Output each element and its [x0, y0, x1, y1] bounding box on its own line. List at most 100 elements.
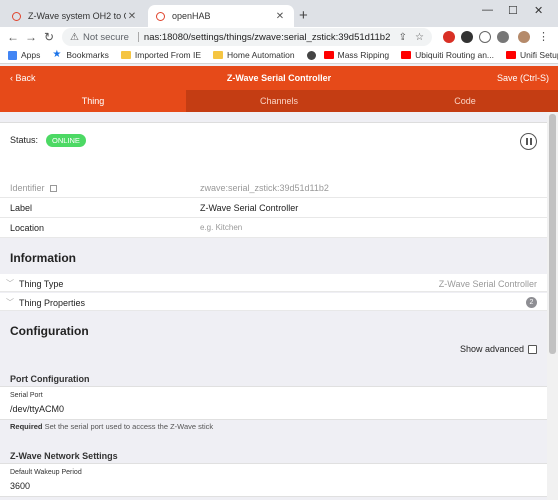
- pause-button[interactable]: [520, 133, 537, 150]
- scrollbar[interactable]: [547, 112, 558, 500]
- bookmark-link[interactable]: Ubiquiti Routing an...: [401, 50, 494, 60]
- label-row: Label Z-Wave Serial Controller: [0, 198, 547, 218]
- extension-icon[interactable]: [479, 31, 491, 43]
- bookmarks-bar: Apps ★ Bookmarks Imported From IE Home Au…: [0, 47, 558, 64]
- information-heading: Information: [10, 251, 76, 265]
- tab-channels[interactable]: Channels: [186, 90, 372, 112]
- save-button[interactable]: Save (Ctrl-S): [497, 73, 549, 83]
- bookmark-link[interactable]: Unifi Setup: [506, 50, 558, 60]
- bookmark-label: Mass Ripping: [337, 50, 390, 60]
- browser-tab-title: openHAB: [172, 11, 211, 21]
- show-advanced-checkbox[interactable]: [528, 344, 537, 354]
- thing-type-value: Z-Wave Serial Controller: [438, 279, 537, 289]
- youtube-icon: [506, 51, 517, 59]
- bookmark-label: Bookmarks: [66, 50, 109, 60]
- adblock-extension-icon[interactable]: [443, 31, 455, 43]
- address-bar[interactable]: ⚠ Not secure nas:18080/settings/things/z…: [62, 28, 432, 46]
- network-settings-heading: Z-Wave Network Settings: [10, 451, 118, 461]
- globe-icon: [306, 50, 316, 60]
- bookmark-label: Imported From IE: [134, 50, 202, 60]
- url-text: nas:18080/settings/things/zwave:serial_z…: [143, 31, 391, 43]
- count-badge: 2: [526, 297, 537, 308]
- required-label: Required: [10, 422, 43, 431]
- minimize-icon[interactable]: —: [482, 4, 493, 16]
- label-input[interactable]: Z-Wave Serial Controller: [200, 203, 298, 213]
- browser-tabstrip: Z-Wave system OH2 to OH3 - Se ✕ openHAB …: [0, 0, 558, 27]
- star-icon[interactable]: ☆: [415, 32, 424, 43]
- browser-toolbar: ← → ↻ ⚠ Not secure nas:18080/settings/th…: [0, 27, 558, 47]
- serial-port-value[interactable]: /dev/ttyACM0: [10, 404, 64, 414]
- menu-dots-icon[interactable]: ⋮: [538, 31, 550, 43]
- apps-grid-icon: [8, 50, 17, 60]
- pause-bar: [529, 138, 532, 145]
- thing-type-label: Thing Type: [19, 279, 64, 289]
- port-configuration-heading: Port Configuration: [10, 374, 90, 384]
- maximize-icon[interactable]: ☐: [508, 4, 518, 17]
- new-tab-icon[interactable]: +: [299, 7, 308, 24]
- tab-thing[interactable]: Thing: [0, 90, 186, 112]
- openhab-favicon-icon: [156, 11, 165, 21]
- close-tab-icon[interactable]: ✕: [274, 11, 286, 22]
- browser-tab-active[interactable]: openHAB ✕: [148, 5, 294, 27]
- label-label: Label: [10, 203, 33, 213]
- thing-fields: Identifier zwave:serial_zstick:39d51d11b…: [0, 178, 547, 238]
- youtube-icon: [401, 51, 412, 59]
- folder-icon: [213, 51, 224, 59]
- serial-port-label: Serial Port: [10, 392, 43, 399]
- page-content: Status: ONLINE Identifier zwave:serial_z…: [0, 112, 547, 500]
- chevron-down-icon: ﹀: [6, 279, 14, 288]
- openhab-favicon-icon: [12, 11, 21, 21]
- serial-port-hint: Required Set the serial port used to acc…: [10, 422, 213, 431]
- close-window-icon[interactable]: ✕: [534, 4, 543, 17]
- bookmark-label: Ubiquiti Routing an...: [415, 50, 495, 60]
- star-icon: ★: [52, 49, 62, 60]
- thing-properties-label: Thing Properties: [19, 298, 86, 308]
- copy-icon[interactable]: [49, 185, 57, 192]
- folder-icon: [120, 51, 131, 59]
- security-label: Not secure: [82, 31, 129, 43]
- reload-icon[interactable]: ↻: [40, 30, 58, 44]
- app-header: ‹ Back Z-Wave Serial Controller Save (Ct…: [0, 66, 558, 90]
- identifier-label-text: Identifier: [10, 183, 45, 193]
- identifier-row: Identifier zwave:serial_zstick:39d51d11b…: [0, 178, 547, 198]
- identifier-value: zwave:serial_zstick:39d51d11b2: [200, 183, 329, 193]
- tab-code[interactable]: Code: [372, 90, 558, 112]
- status-badge: ONLINE: [46, 134, 86, 147]
- status-card: Status: ONLINE: [0, 122, 547, 180]
- browser-tab[interactable]: Z-Wave system OH2 to OH3 - Se ✕: [4, 5, 146, 27]
- serial-port-field[interactable]: Serial Port /dev/ttyACM0: [0, 386, 547, 420]
- back-arrow-icon[interactable]: ←: [4, 30, 22, 44]
- share-icon[interactable]: ⇪: [399, 32, 407, 43]
- puzzle-extensions-icon[interactable]: [497, 31, 509, 43]
- browser-tab-title: Z-Wave system OH2 to OH3 - Se: [28, 11, 126, 21]
- forward-arrow-icon[interactable]: →: [22, 30, 40, 44]
- location-row: Location e.g. Kitchen: [0, 218, 547, 238]
- configuration-heading: Configuration: [10, 324, 89, 338]
- divider: [137, 32, 139, 42]
- page-title: Z-Wave Serial Controller: [226, 73, 332, 83]
- show-advanced-label: Show advanced: [459, 344, 524, 354]
- warning-icon: ⚠: [70, 31, 79, 43]
- scrollbar-thumb[interactable]: [549, 114, 556, 354]
- show-advanced-toggle[interactable]: Show advanced: [460, 344, 537, 354]
- bookmark-folder[interactable]: Imported From IE: [120, 50, 202, 60]
- bookmark-link[interactable]: Mass Ripping: [306, 50, 390, 60]
- thing-type-accordion[interactable]: ﹀ Thing Type Z-Wave Serial Controller: [0, 274, 547, 292]
- bookmark-folder[interactable]: Home Automation: [213, 50, 295, 60]
- avatar[interactable]: [518, 31, 530, 43]
- bookmark-bookmarks[interactable]: ★ Bookmarks: [52, 49, 109, 61]
- wakeup-period-value[interactable]: 3600: [10, 481, 30, 491]
- location-input[interactable]: e.g. Kitchen: [200, 223, 242, 232]
- bookmark-label: Unifi Setup: [520, 50, 558, 60]
- close-tab-icon[interactable]: ✕: [126, 11, 138, 22]
- thing-properties-accordion[interactable]: ﹀ Thing Properties 2: [0, 293, 547, 311]
- bookmark-apps[interactable]: Apps: [8, 50, 40, 60]
- wakeup-period-field[interactable]: Default Wakeup Period 3600: [0, 463, 547, 497]
- page-tabs: Thing Channels Code: [0, 90, 558, 112]
- github-extension-icon[interactable]: [461, 31, 473, 43]
- bookmark-label: Apps: [21, 50, 41, 60]
- pause-bar: [525, 138, 528, 145]
- status-label: Status:: [10, 135, 39, 145]
- location-label: Location: [10, 223, 45, 233]
- identifier-label: Identifier: [10, 183, 57, 193]
